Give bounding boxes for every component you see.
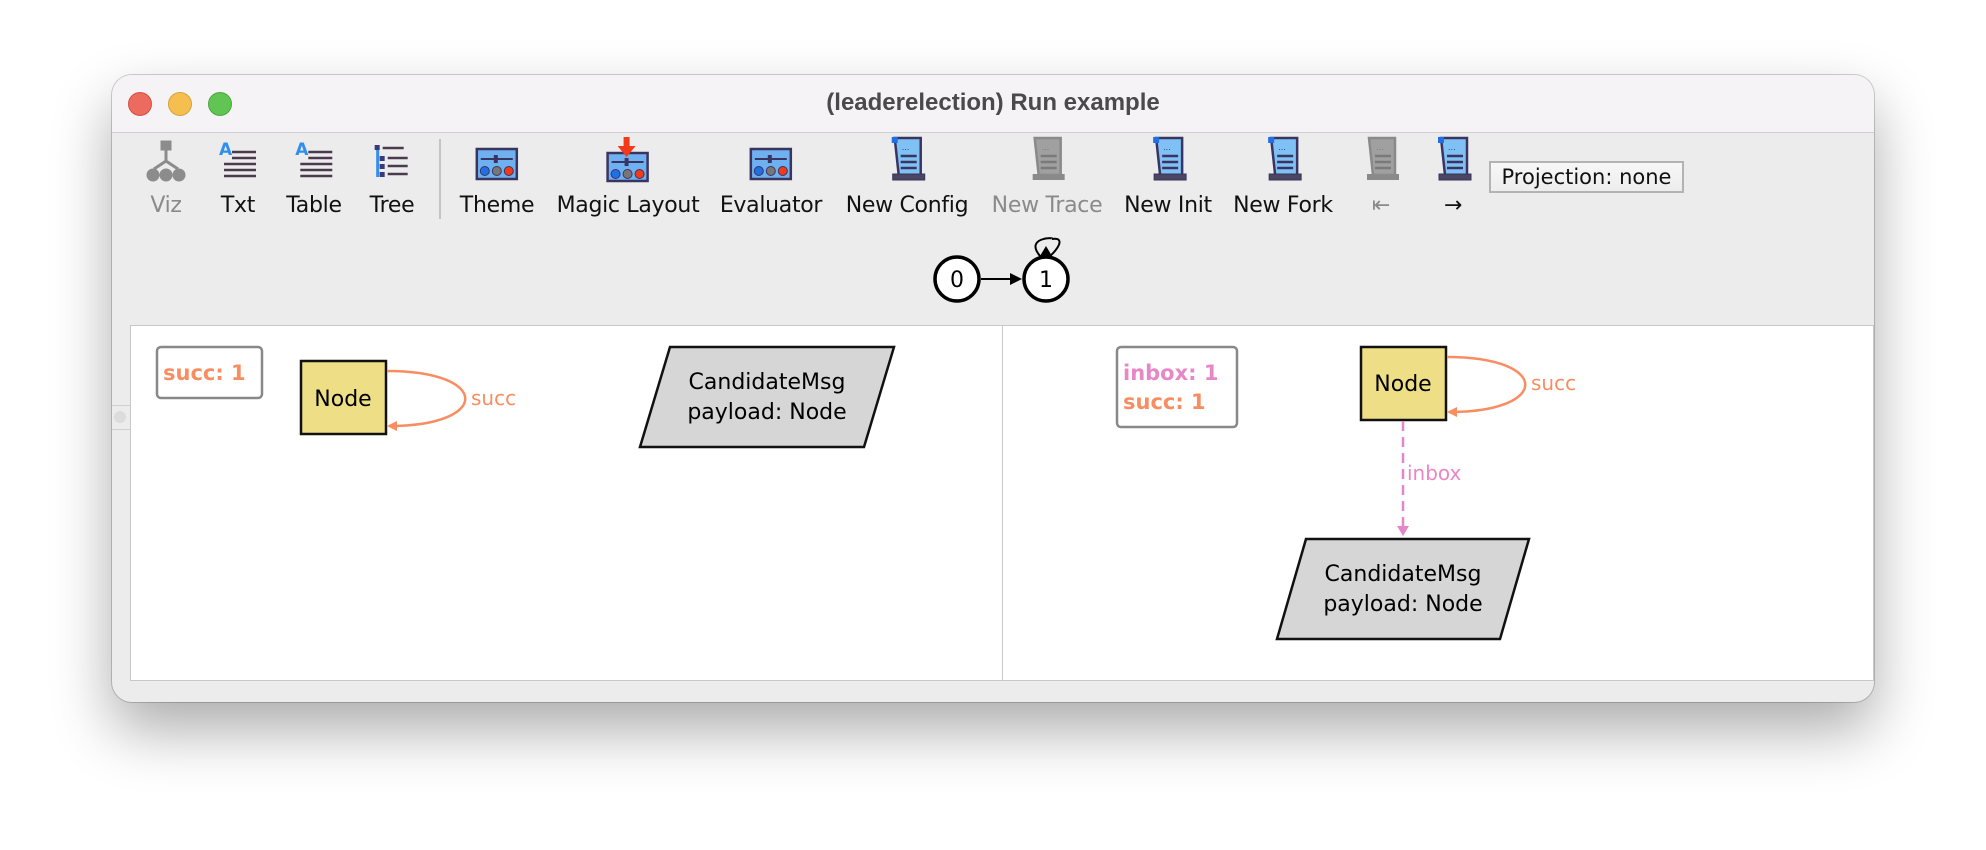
node-label: Node xyxy=(1374,372,1431,397)
legend-inbox: inbox: 1 xyxy=(1123,361,1218,385)
candidate-msg-title: CandidateMsg xyxy=(1325,562,1482,587)
toolbar: Viz A Txt A Table Tree Theme Magic Layou… xyxy=(112,133,1874,323)
inbox-edge-label: inbox xyxy=(1407,461,1462,485)
state-graph: 0 1 xyxy=(933,237,1070,303)
succ-edge-label: succ xyxy=(1531,371,1576,395)
node-atom[interactable]: Node xyxy=(299,359,388,436)
inbox-edge: inbox xyxy=(1397,421,1462,536)
title-bar: (leaderelection) Run example xyxy=(112,75,1874,133)
state-node-0[interactable]: 0 xyxy=(933,255,981,303)
candidate-msg-payload: payload: Node xyxy=(1323,592,1482,617)
splitter-handle[interactable] xyxy=(114,411,126,423)
node-atom[interactable]: Node xyxy=(1359,345,1448,422)
succ-self-edge: succ xyxy=(1446,355,1576,417)
state-self-loop-1 xyxy=(1034,237,1061,257)
splitter-line xyxy=(112,405,130,406)
succ-edge-label: succ xyxy=(471,386,516,410)
legend-succ: succ: 1 xyxy=(1123,390,1206,414)
legend-succ: succ: 1 xyxy=(163,361,246,385)
legend-box: inbox: 1 succ: 1 xyxy=(1115,345,1239,429)
state-node-1[interactable]: 1 xyxy=(1022,255,1070,303)
splitter-line xyxy=(112,429,130,430)
state-edge-0-1 xyxy=(981,273,1022,285)
app-window: (leaderelection) Run example Viz A Txt A… xyxy=(112,75,1874,702)
candidate-msg-title: CandidateMsg xyxy=(689,370,846,395)
candidate-msg-atom[interactable]: CandidateMsg payload: Node xyxy=(638,345,896,449)
legend-box: succ: 1 xyxy=(155,345,264,400)
succ-self-edge: succ xyxy=(386,369,516,431)
node-label: Node xyxy=(314,387,371,412)
candidate-msg-atom[interactable]: CandidateMsg payload: Node xyxy=(1275,537,1531,641)
left-instance-graph: succ: 1 Node succ CandidateMsg payload: … xyxy=(155,345,896,449)
state-node-0-label: 0 xyxy=(950,268,964,293)
window-title: (leaderelection) Run example xyxy=(826,89,1160,116)
state-node-1-label: 1 xyxy=(1039,268,1053,293)
candidate-msg-payload: payload: Node xyxy=(687,400,846,425)
right-instance-panel: inbox: 1 succ: 1 Node succ inbox Candida… xyxy=(1002,325,1874,681)
left-instance-panel: succ: 1 Node succ CandidateMsg payload: … xyxy=(130,325,1003,681)
right-instance-graph: inbox: 1 succ: 1 Node succ inbox Candida… xyxy=(1115,345,1576,641)
